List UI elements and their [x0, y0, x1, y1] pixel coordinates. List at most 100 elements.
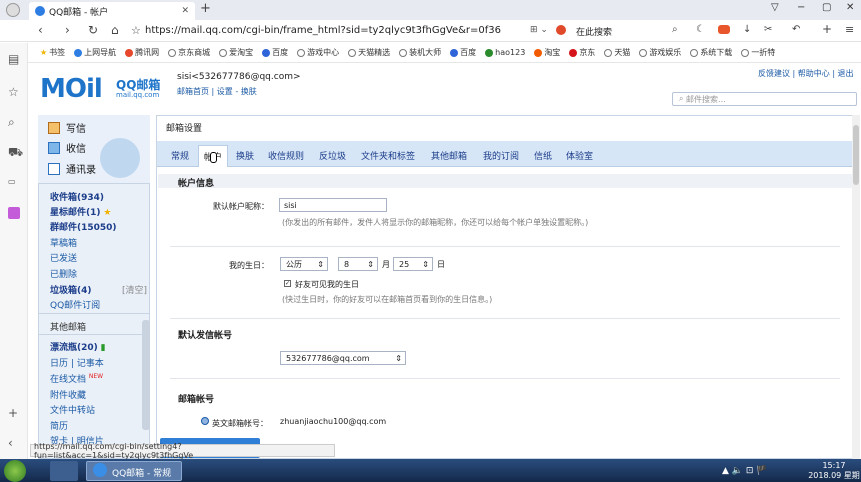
sidebar-add-icon[interactable]: +: [8, 406, 18, 420]
back-icon[interactable]: ‹: [38, 23, 43, 37]
sidebar-notes-icon[interactable]: ▤: [8, 52, 19, 66]
friends-see-birthday-label[interactable]: 好友可见我的生日: [295, 279, 359, 290]
url-input[interactable]: https://mail.qq.com/cgi-bin/frame_html?s…: [145, 25, 501, 36]
add-icon[interactable]: +: [822, 22, 832, 36]
bookmark-item[interactable]: 淘宝: [534, 47, 560, 58]
mail-search-input[interactable]: ⌕ 邮件搜索...: [672, 92, 857, 106]
bookmark-item[interactable]: 京东: [569, 47, 595, 58]
qqmail-logo[interactable]: MOil: [40, 74, 103, 104]
sidebar-live-icon[interactable]: ▭: [8, 177, 16, 186]
browser-tab[interactable]: QQ邮箱 - 帐户 ✕: [29, 2, 195, 20]
undo-icon[interactable]: ↶: [792, 24, 800, 35]
sidebar-favorites-icon[interactable]: ☆: [8, 85, 19, 99]
taskbar-explorer-icon[interactable]: [50, 461, 78, 481]
scissors-icon[interactable]: ✂: [764, 24, 772, 35]
search-engine-icon[interactable]: [556, 25, 566, 35]
game-icon[interactable]: [718, 25, 730, 34]
bookmark-item[interactable]: 天猫: [604, 47, 630, 58]
forward-icon[interactable]: ›: [65, 23, 70, 37]
tab-general[interactable]: 常规: [171, 149, 189, 162]
bookmark-item[interactable]: 天猫精选: [348, 47, 390, 58]
taskbar-clock[interactable]: 15:172018.09 星期一: [807, 461, 861, 482]
folder-starred[interactable]: 星标邮件(1) ★: [50, 205, 111, 218]
resume-link[interactable]: 简历: [50, 419, 68, 432]
tab-lab[interactable]: 体验室: [566, 149, 593, 162]
nickname-label: 默认帐户昵称：: [213, 202, 269, 211]
bookmark-item[interactable]: 系统下载: [690, 47, 732, 58]
dropdown-icon[interactable]: ⊞ ⌄: [530, 25, 548, 35]
month-select[interactable]: 8 ⇕: [338, 257, 378, 271]
folder-deleted[interactable]: 已删除: [50, 267, 77, 280]
tab-skin[interactable]: 换肤: [236, 149, 254, 162]
attachments-link[interactable]: 附件收藏: [50, 388, 86, 401]
close-window-icon[interactable]: ✕: [846, 2, 854, 13]
spinner-icon: ⇕: [317, 259, 324, 269]
bookmark-item[interactable]: ★ 书签: [40, 47, 65, 58]
bookmark-item[interactable]: 游戏中心: [297, 47, 339, 58]
clear-spam-link[interactable]: [清空]: [122, 283, 147, 296]
calendar-type-select[interactable]: 公历 ⇕: [280, 257, 328, 271]
menu-icon[interactable]: ≡: [845, 23, 854, 36]
bookmark-item[interactable]: 京东商城: [168, 47, 210, 58]
sidebar-search-icon[interactable]: ⌕: [8, 115, 15, 130]
download-icon[interactable]: ↓: [743, 24, 751, 35]
tab-folders[interactable]: 文件夹和标签: [361, 149, 415, 162]
file-transfer-link[interactable]: 文件中转站: [50, 403, 95, 416]
bookmark-item[interactable]: 上网导航: [74, 47, 116, 58]
day-select[interactable]: 25 ⇕: [393, 257, 433, 271]
star-bookmark-icon[interactable]: ☆: [131, 24, 141, 37]
tab-subscriptions[interactable]: 我的订阅: [483, 149, 519, 162]
calendar-notes-link[interactable]: 日历 | 记事本: [50, 356, 104, 369]
write-button[interactable]: 写信: [48, 120, 86, 135]
tab-other-mail[interactable]: 其他邮箱: [431, 149, 467, 162]
profile-icon[interactable]: [6, 3, 20, 17]
english-account-radio[interactable]: [201, 417, 209, 425]
bookmark-item[interactable]: 百度: [262, 47, 288, 58]
search-engine-label[interactable]: 在此搜索: [576, 25, 612, 38]
close-tab-icon[interactable]: ✕: [181, 6, 189, 16]
search-icon[interactable]: ⌕: [672, 24, 678, 35]
folder-group[interactable]: 群邮件(15050): [50, 220, 117, 233]
user-links[interactable]: 邮箱首页 | 设置 - 换肤: [177, 86, 257, 97]
refresh-icon[interactable]: ↻: [88, 23, 98, 37]
bookmark-item[interactable]: hao123: [485, 48, 525, 57]
user-account[interactable]: sisi<532677786@qq.com>: [177, 72, 301, 82]
bookmark-item[interactable]: 腾讯网: [125, 47, 159, 58]
tab-rules[interactable]: 收信规则: [268, 149, 304, 162]
tab-antispam[interactable]: 反垃圾: [319, 149, 346, 162]
folder-spam[interactable]: 垃圾箱(4): [50, 283, 92, 296]
bookmark-item[interactable]: 一折特: [741, 47, 775, 58]
nickname-input[interactable]: sisi: [279, 198, 387, 212]
main-scrollbar-thumb[interactable]: [853, 125, 859, 185]
folder-sent[interactable]: 已发送: [50, 251, 77, 264]
online-docs-link[interactable]: 在线文档 NEW: [50, 372, 103, 385]
maximize-window-icon[interactable]: ▢: [822, 2, 831, 13]
folder-subscribe[interactable]: QQ邮件订阅: [50, 298, 100, 311]
star-icon: ★: [103, 208, 112, 218]
folder-drift-bottle[interactable]: 漂流瓶(20) ▮: [50, 340, 106, 353]
minimize-window-icon[interactable]: −: [797, 2, 805, 13]
sender-account-select[interactable]: 532677786@qq.com ⇕: [280, 351, 406, 365]
minimize-menu-icon[interactable]: ▽: [771, 2, 779, 13]
bookmark-item[interactable]: 百度: [450, 47, 476, 58]
friends-see-birthday-checkbox[interactable]: ✓: [284, 280, 291, 287]
bookmark-item[interactable]: 爱淘宝: [219, 47, 253, 58]
start-button[interactable]: [4, 460, 26, 482]
sidebar-translate-icon[interactable]: [8, 207, 20, 219]
sidebar-cart-icon[interactable]: ⛟: [8, 145, 23, 161]
bookmark-item[interactable]: 游戏娱乐: [639, 47, 681, 58]
tab-stationery[interactable]: 信纸: [534, 149, 552, 162]
left-scrollbar[interactable]: [142, 320, 150, 430]
other-mailbox-heading[interactable]: 其他邮箱: [50, 320, 86, 333]
receive-button[interactable]: 收信: [48, 140, 86, 155]
top-links[interactable]: 反馈建议 | 帮助中心 | 退出: [758, 68, 854, 79]
folder-drafts[interactable]: 草稿箱: [50, 236, 77, 249]
night-mode-icon[interactable]: ☾: [696, 24, 705, 35]
bookmark-item[interactable]: 装机大师: [399, 47, 441, 58]
new-tab-button[interactable]: +: [200, 1, 211, 16]
sidebar-collapse-icon[interactable]: ‹: [8, 436, 13, 450]
home-icon[interactable]: ⌂: [111, 23, 119, 37]
folder-inbox[interactable]: 收件箱(934): [50, 190, 104, 203]
system-tray[interactable]: ▲ 🔈 ⊡ 🏴: [722, 466, 767, 476]
contacts-button[interactable]: 通讯录: [48, 161, 96, 176]
